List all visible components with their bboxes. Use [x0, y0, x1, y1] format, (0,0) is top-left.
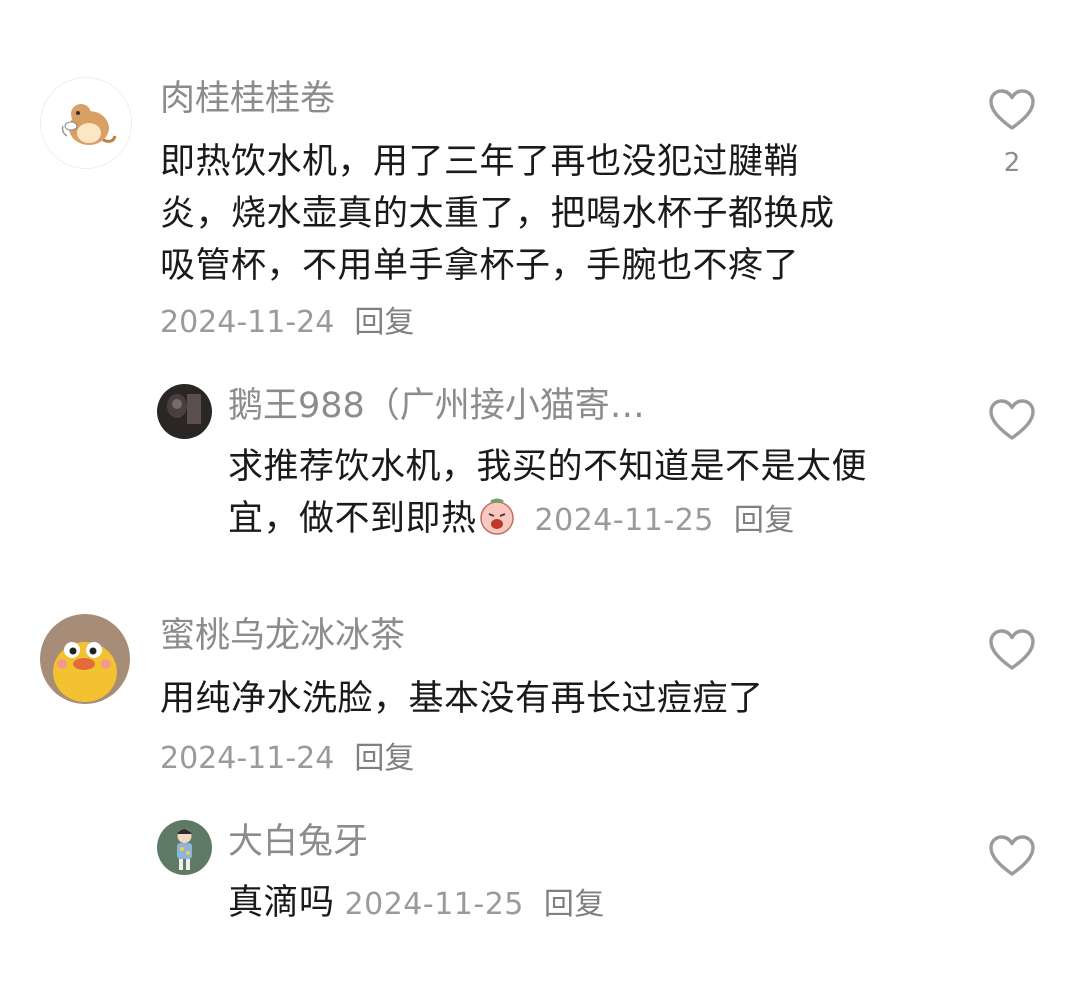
comment-meta: 2024-11-24 回复: [160, 739, 414, 779]
avatar[interactable]: [40, 614, 130, 704]
comment-text: 求推荐饮水机，我买的不知道是不是太便 宜，做不到即热 2024-11-25 回复: [228, 441, 867, 547]
comment-text: 真滴吗 2024-11-25 回复: [228, 877, 605, 931]
nickname[interactable]: 肉桂桂桂卷: [160, 77, 335, 121]
like-button[interactable]: [988, 88, 1036, 132]
heart-icon: [989, 629, 1035, 670]
avatar[interactable]: [40, 77, 132, 169]
nickname[interactable]: 大白兔牙: [228, 820, 368, 864]
comment-date: 2024-11-24: [160, 741, 335, 776]
like-button[interactable]: [988, 628, 1036, 672]
comment-meta: 2024-11-25 回复: [345, 887, 605, 922]
comment-meta: 2024-11-25 回复: [535, 503, 795, 538]
yellow-duck-avatar-icon: [40, 614, 130, 704]
reply-button[interactable]: 回复: [544, 887, 605, 922]
heart-icon: [989, 89, 1035, 130]
like-button[interactable]: [988, 834, 1036, 878]
dark-photo-avatar-icon: [157, 384, 212, 439]
comment-text: 即热饮水机，用了三年了再也没犯过腱鞘 炎，烧水壶真的太重了，把喝水杯子都换成 吸…: [160, 136, 835, 292]
comment-line: 用纯净水洗脸，基本没有再长过痘痘了: [160, 679, 764, 719]
hamster-avatar-icon: [41, 78, 131, 168]
heart-icon: [989, 835, 1035, 876]
reply-button[interactable]: 回复: [354, 305, 414, 340]
comment-line: 求推荐饮水机，我买的不知道是不是太便: [228, 447, 868, 487]
like-count: 2: [1003, 148, 1021, 178]
comment-meta: 2024-11-24 回复: [160, 303, 414, 343]
nickname[interactable]: 鹅王988（广州接小猫寄…: [228, 384, 645, 428]
comment-date: 2024-11-25: [534, 503, 714, 538]
comment-line: 即热饮水机，用了三年了再也没犯过腱鞘: [160, 142, 800, 182]
avatar[interactable]: [157, 820, 212, 875]
comment-text: 用纯净水洗脸，基本没有再长过痘痘了: [160, 673, 764, 725]
like-button[interactable]: [988, 398, 1036, 442]
reply-button[interactable]: 回复: [354, 741, 414, 776]
heart-icon: [989, 399, 1035, 440]
comment-date: 2024-11-25: [344, 887, 524, 922]
comment-date: 2024-11-24: [160, 305, 335, 340]
crying-face-emoji-icon: [477, 496, 517, 536]
reply-button[interactable]: 回复: [734, 503, 795, 538]
comment-line: 吸管杯，不用单手拿杯子，手腕也不疼了: [160, 246, 800, 286]
girl-illustration-avatar-icon: [157, 820, 212, 875]
comment-line: 真滴吗: [228, 883, 335, 923]
comment-line-with-meta: 宜，做不到即热 2024-11-25 回复: [228, 493, 867, 547]
comment-line: 宜，做不到即热: [228, 499, 477, 539]
comment-line: 炎，烧水壶真的太重了，把喝水杯子都换成: [160, 194, 835, 234]
avatar[interactable]: [157, 384, 212, 439]
nickname[interactable]: 蜜桃乌龙冰冰茶: [160, 614, 405, 658]
